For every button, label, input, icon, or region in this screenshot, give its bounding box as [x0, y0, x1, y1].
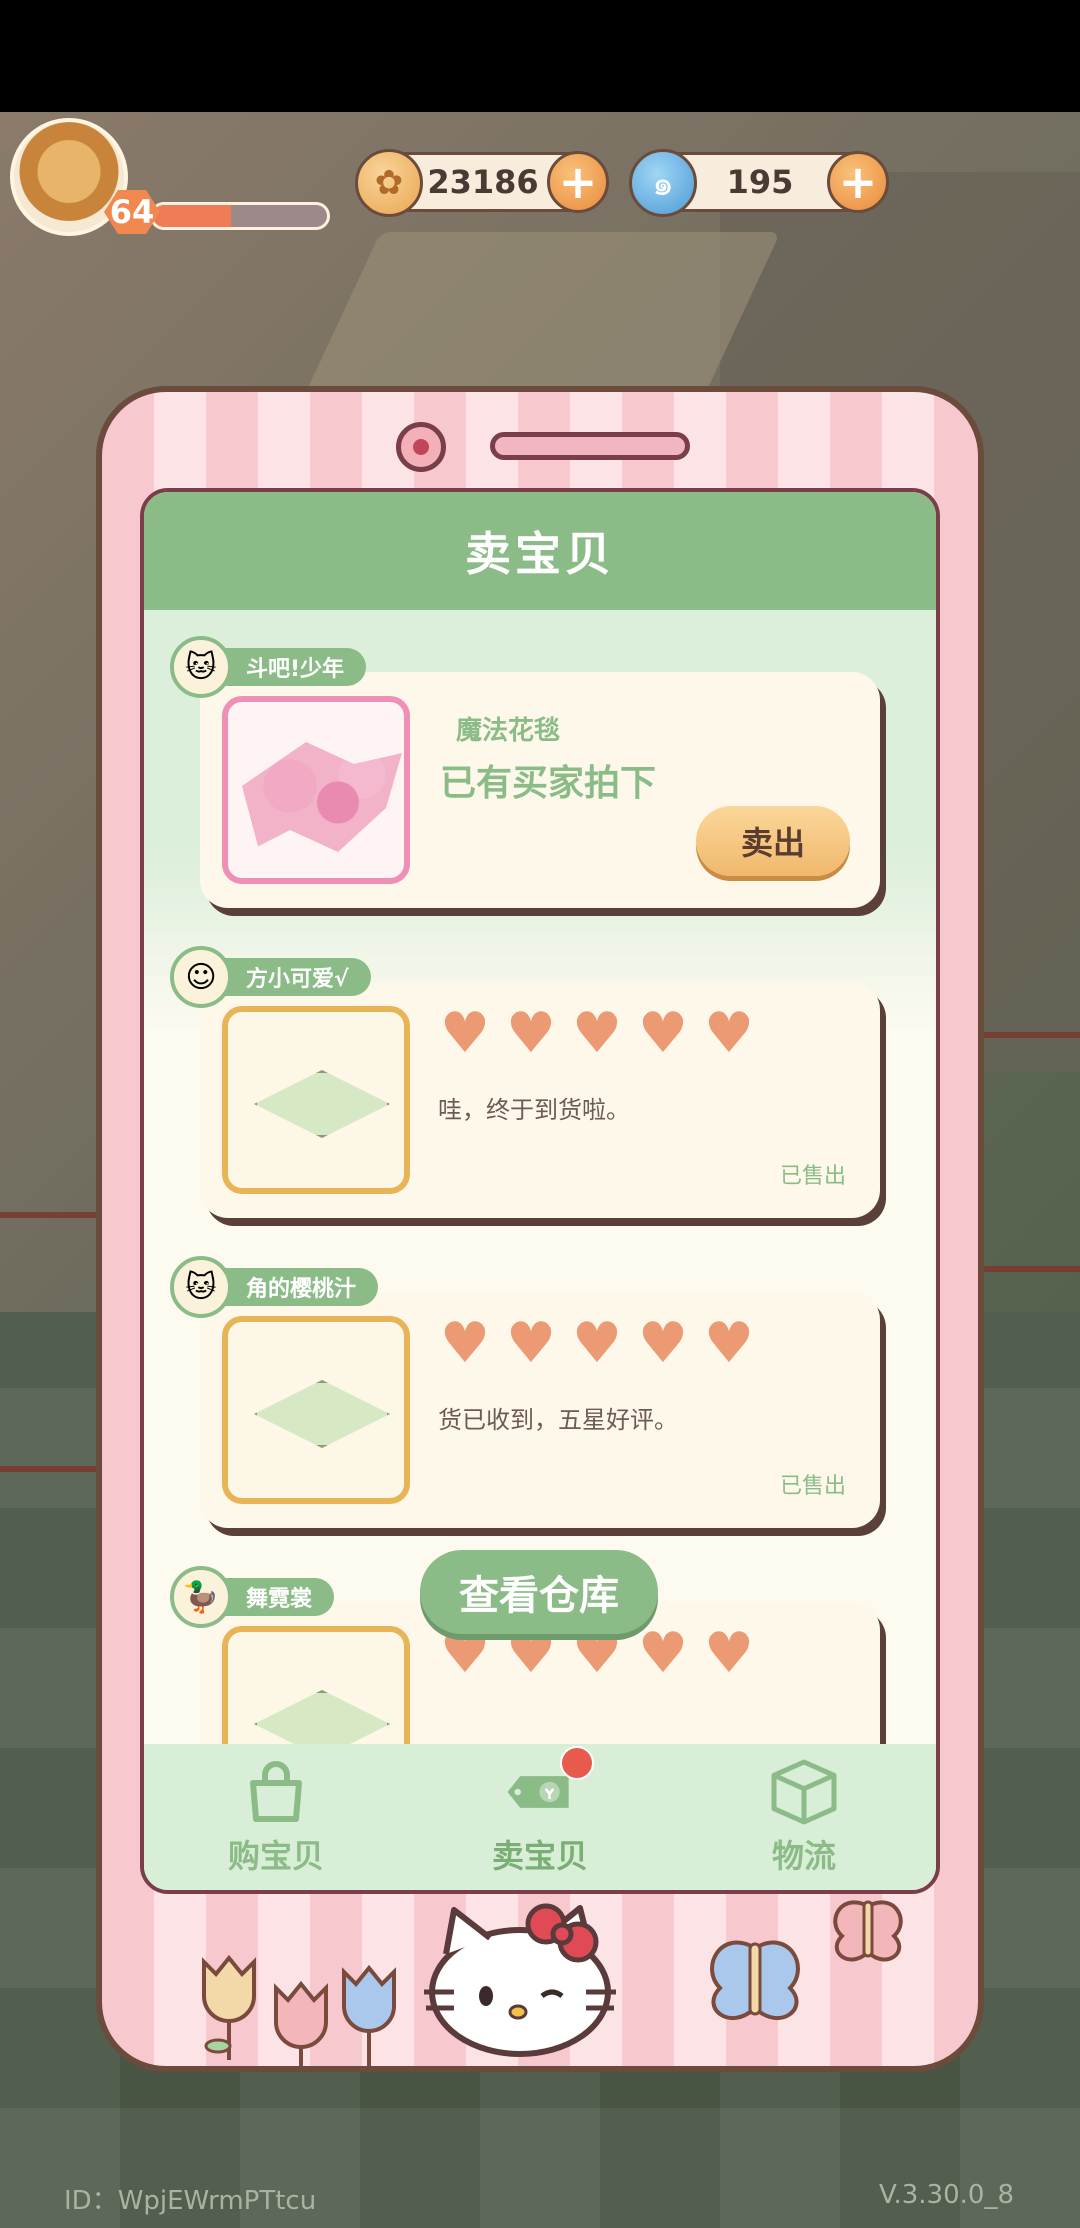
player-id: ID：WpjEWrmPTtcu [64, 2186, 317, 2216]
tab-sell[interactable]: 卖宝贝 [440, 1746, 640, 1882]
package-box-icon [769, 1757, 839, 1827]
rating-hearts: ♥ ♥ ♥ ♥ ♥ [438, 1621, 756, 1686]
buyer-avatar: 🐱 [170, 1256, 232, 1318]
screen-header: 卖宝贝 [144, 492, 936, 610]
heart-icon: ♥ [637, 1311, 689, 1376]
buyer-avatar: 🐱 [170, 636, 232, 698]
swirl-gem-icon: ๑ [629, 149, 697, 217]
item-thumbnail [222, 696, 410, 884]
flower-carpet-image [242, 742, 402, 852]
heart-icon: ♥ [505, 1311, 557, 1376]
buyer-comment: 哇，终于到货啦。 [438, 1096, 630, 1124]
buyer-comment: 货已收到，五星好评。 [438, 1406, 678, 1434]
notification-badge [560, 1746, 594, 1780]
heart-icon: ♥ [571, 1621, 623, 1686]
sell-button[interactable]: 卖出 [696, 806, 850, 876]
bottom-tab-bar: 购宝贝 卖宝贝 物流 [144, 1744, 936, 1890]
coin-icon: ✿ [355, 149, 423, 217]
list-item: 斗吧!少年 🐱 魔法花毯 已有买家拍下 卖出 [170, 636, 880, 908]
xp-bar [150, 202, 330, 230]
gem-counter: ๑ 195 + [629, 149, 889, 217]
tab-logistics[interactable]: 物流 [704, 1752, 904, 1882]
butterfly-icon [700, 1928, 810, 2042]
page-title: 卖宝贝 [465, 527, 615, 581]
heart-icon: ♥ [703, 1001, 755, 1066]
xp-bar-fill [153, 205, 232, 227]
heart-icon: ♥ [703, 1621, 755, 1686]
list-item: 方小可爱√ ☺ ♥ ♥ ♥ ♥ ♥ 哇，终于到货啦。 已售出 [170, 946, 880, 1218]
item-thumbnail [222, 1316, 410, 1504]
shopping-bag-icon [241, 1757, 311, 1827]
add-coins-button[interactable]: + [547, 151, 609, 213]
heart-icon: ♥ [703, 1311, 755, 1376]
phone-speaker [490, 432, 690, 460]
buyer-avatar: ☺ [170, 946, 232, 1008]
heart-icon: ♥ [571, 1001, 623, 1066]
tulip-icon [194, 1952, 256, 2060]
rating-hearts: ♥ ♥ ♥ ♥ ♥ [438, 1311, 756, 1376]
list-item: 角的樱桃汁 🐱 ♥ ♥ ♥ ♥ ♥ 货已收到，五星好评。 已售出 [170, 1256, 880, 1528]
tab-label: 卖宝贝 [491, 1837, 588, 1875]
item-title: 魔法花毯 [456, 716, 561, 746]
coin-counter: ✿ 23186 + [355, 149, 609, 217]
heart-icon: ♥ [637, 1621, 689, 1686]
heart-icon: ♥ [439, 1621, 491, 1686]
item-status: 已有买家拍下 [440, 763, 657, 804]
item-thumbnail [222, 1006, 410, 1194]
sold-label: 已售出 [779, 1164, 846, 1189]
tulip-icon [334, 1962, 396, 2066]
butterfly-icon [826, 1892, 910, 1976]
railing-right [970, 1032, 1080, 1272]
heart-icon: ♥ [505, 1001, 557, 1066]
heart-icon: ♥ [637, 1001, 689, 1066]
green-tile-image [254, 1380, 390, 1448]
phone-decoration [102, 1892, 978, 2066]
heart-icon: ♥ [439, 1001, 491, 1066]
hello-kitty-icon [424, 1903, 616, 2057]
phone-camera [396, 422, 446, 472]
heart-icon: ♥ [571, 1311, 623, 1376]
rating-hearts: ♥ ♥ ♥ ♥ ♥ [438, 1001, 756, 1066]
buyer-avatar: 🦆 [170, 1566, 232, 1628]
heart-icon: ♥ [439, 1311, 491, 1376]
green-tile-image [254, 1070, 390, 1138]
top-black-bar [0, 0, 1080, 112]
tulip-icon [266, 1978, 328, 2066]
tab-buy[interactable]: 购宝贝 [176, 1752, 376, 1882]
tab-label: 购宝贝 [227, 1837, 324, 1875]
view-warehouse-button[interactable]: 查看仓库 [420, 1550, 658, 1634]
sold-label: 已售出 [779, 1474, 846, 1499]
sell-screen: 卖宝贝 斗吧!少年 🐱 魔法花毯 已有买家拍下 卖出 方小可爱√ ☺ ♥ ♥ ♥… [140, 488, 940, 1894]
item-thumbnail [222, 1626, 410, 1756]
heart-icon: ♥ [505, 1621, 557, 1686]
add-gems-button[interactable]: + [827, 151, 889, 213]
phone-frame: 卖宝贝 斗吧!少年 🐱 魔法花毯 已有买家拍下 卖出 方小可爱√ ☺ ♥ ♥ ♥… [96, 386, 984, 2072]
app-version: V.3.30.0_8 [879, 2180, 1014, 2210]
tab-label: 物流 [771, 1837, 836, 1875]
